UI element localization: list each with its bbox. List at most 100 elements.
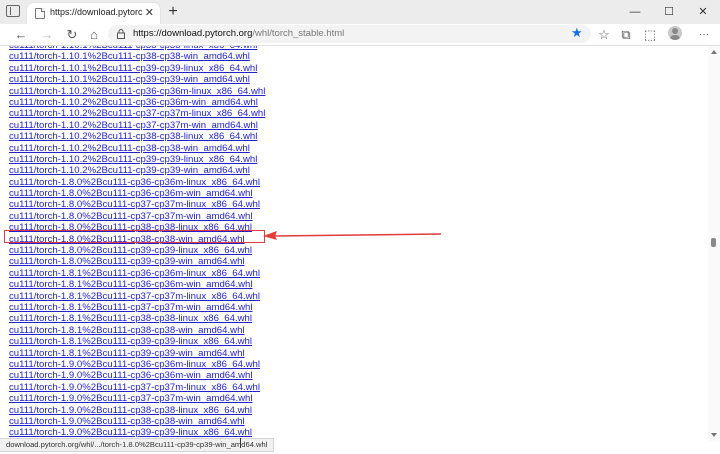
list-item: cu111/torch-1.10.2%2Bcu111-cp38-cp38-win… (9, 143, 265, 154)
list-item: cu111/torch-1.8.1%2Bcu111-cp38-cp38-win_… (9, 325, 265, 336)
highlight-box (4, 230, 265, 243)
list-item: cu111/torch-1.9.0%2Bcu111-cp38-cp38-linu… (9, 405, 265, 416)
list-item: cu111/torch-1.10.2%2Bcu111-cp37-cp37m-li… (9, 108, 265, 119)
file-link[interactable]: cu111/torch-1.8.0%2Bcu111-cp36-cp36m-lin… (9, 177, 260, 188)
file-link[interactable]: cu111/torch-1.8.1%2Bcu111-cp38-cp38-win_… (9, 325, 245, 336)
back-icon[interactable]: ← (11, 26, 31, 43)
list-item: cu111/torch-1.9.0%2Bcu111-cp38-cp38-win_… (9, 416, 265, 427)
file-link[interactable]: cu111/torch-1.8.0%2Bcu111-cp36-cp36m-win… (9, 188, 253, 199)
home-icon[interactable]: ⌂ (84, 26, 104, 43)
list-item: cu111/torch-1.8.1%2Bcu111-cp36-cp36m-lin… (9, 268, 265, 279)
minimize-button[interactable]: — (618, 0, 652, 24)
page-content: cu111/torch-1.10.1%2Bcu111-cp38-cp38-lin… (0, 46, 708, 441)
scroll-up-icon[interactable] (711, 50, 717, 54)
url-host: https://download.pytorch.org (133, 28, 253, 39)
file-link[interactable]: cu111/torch-1.8.1%2Bcu111-cp39-cp39-win_… (9, 348, 245, 359)
tab-close-icon[interactable]: ✕ (145, 6, 154, 20)
file-link[interactable]: cu111/torch-1.10.2%2Bcu111-cp36-cp36m-wi… (9, 97, 258, 108)
tab-strip: https://download.pytorch.org/whl/ ✕ + — … (0, 0, 720, 24)
file-link[interactable]: cu111/torch-1.9.0%2Bcu111-cp38-cp38-linu… (9, 405, 252, 416)
lock-icon (117, 29, 125, 39)
address-url: https://download.pytorch.org/whl/torch_s… (133, 28, 344, 39)
file-link[interactable]: cu111/torch-1.10.1%2Bcu111-cp39-cp39-win… (9, 74, 250, 85)
file-link[interactable]: cu111/torch-1.8.1%2Bcu111-cp36-cp36m-lin… (9, 268, 260, 279)
list-item: cu111/torch-1.8.1%2Bcu111-cp37-cp37m-win… (9, 302, 265, 313)
list-item: cu111/torch-1.10.1%2Bcu111-cp38-cp38-win… (9, 51, 265, 62)
address-bar[interactable]: https://download.pytorch.org/whl/torch_s… (108, 25, 591, 43)
favorite-star-icon[interactable]: ★ (571, 25, 583, 41)
url-path: /whl/torch_stable.html (252, 28, 345, 39)
file-link[interactable]: cu111/torch-1.10.2%2Bcu111-cp37-cp37m-li… (9, 108, 265, 119)
file-link[interactable]: cu111/torch-1.9.0%2Bcu111-cp37-cp37m-lin… (9, 382, 260, 393)
file-link[interactable]: cu111/torch-1.8.1%2Bcu111-cp39-cp39-linu… (9, 336, 252, 347)
file-link[interactable]: cu111/torch-1.8.1%2Bcu111-cp37-cp37m-win… (9, 302, 253, 313)
list-item: cu111/torch-1.10.2%2Bcu111-cp36-cp36m-wi… (9, 97, 265, 108)
list-item: cu111/torch-1.8.0%2Bcu111-cp39-cp39-linu… (9, 245, 265, 256)
page-icon (35, 8, 45, 19)
file-link[interactable]: cu111/torch-1.10.2%2Bcu111-cp39-cp39-win… (9, 165, 250, 176)
file-link[interactable]: cu111/torch-1.10.1%2Bcu111-cp38-cp38-win… (9, 51, 250, 62)
list-item: cu111/torch-1.8.0%2Bcu111-cp37-cp37m-win… (9, 211, 265, 222)
file-link[interactable]: cu111/torch-1.8.0%2Bcu111-cp39-cp39-linu… (9, 245, 252, 256)
file-link[interactable]: cu111/torch-1.10.2%2Bcu111-cp36-cp36m-li… (9, 86, 265, 97)
file-link[interactable]: cu111/torch-1.8.1%2Bcu111-cp38-cp38-linu… (9, 313, 252, 324)
list-item: cu111/torch-1.8.1%2Bcu111-cp39-cp39-linu… (9, 336, 265, 347)
list-item: cu111/torch-1.10.1%2Bcu111-cp39-cp39-lin… (9, 63, 265, 74)
file-link[interactable]: cu111/torch-1.8.1%2Bcu111-cp37-cp37m-lin… (9, 291, 260, 302)
status-bar: download.pytorch.org/whl/.../torch-1.8.0… (0, 438, 275, 452)
file-link[interactable]: cu111/torch-1.9.0%2Bcu111-cp37-cp37m-win… (9, 393, 253, 404)
list-item: cu111/torch-1.9.0%2Bcu111-cp37-cp37m-lin… (9, 382, 265, 393)
extensions-icon[interactable]: ⬚ (640, 26, 660, 43)
list-item: cu111/torch-1.10.2%2Bcu111-cp39-cp39-lin… (9, 154, 265, 165)
file-link[interactable]: cu111/torch-1.9.0%2Bcu111-cp36-cp36m-win… (9, 370, 253, 381)
pointer-arrow-icon (263, 231, 442, 240)
file-link[interactable]: cu111/torch-1.9.0%2Bcu111-cp39-cp39-linu… (9, 427, 252, 438)
list-item: cu111/torch-1.10.2%2Bcu111-cp36-cp36m-li… (9, 86, 265, 97)
list-item: cu111/torch-1.8.1%2Bcu111-cp38-cp38-linu… (9, 313, 265, 324)
text-cursor (240, 438, 241, 448)
list-item: cu111/torch-1.10.2%2Bcu111-cp37-cp37m-wi… (9, 120, 265, 131)
forward-icon[interactable]: → (37, 26, 57, 43)
list-item: cu111/torch-1.8.0%2Bcu111-cp36-cp36m-lin… (9, 177, 265, 188)
list-item: cu111/torch-1.9.0%2Bcu111-cp36-cp36m-win… (9, 370, 265, 381)
maximize-button[interactable]: ☐ (652, 0, 686, 24)
list-item: cu111/torch-1.8.0%2Bcu111-cp37-cp37m-lin… (9, 199, 265, 210)
new-tab-button[interactable]: + (163, 2, 183, 22)
list-item: cu111/torch-1.8.1%2Bcu111-cp36-cp36m-win… (9, 279, 265, 290)
scroll-down-icon[interactable] (711, 433, 717, 437)
profile-avatar[interactable] (668, 26, 682, 40)
file-link[interactable]: cu111/torch-1.10.1%2Bcu111-cp38-cp38-lin… (9, 46, 257, 51)
tab-title: https://download.pytorch.org/whl/ (50, 7, 142, 17)
reload-icon[interactable]: ↻ (62, 26, 82, 43)
file-link[interactable]: cu111/torch-1.8.0%2Bcu111-cp37-cp37m-lin… (9, 199, 260, 210)
list-item: cu111/torch-1.9.0%2Bcu111-cp36-cp36m-lin… (9, 359, 265, 370)
file-link[interactable]: cu111/torch-1.9.0%2Bcu111-cp36-cp36m-lin… (9, 359, 260, 370)
vertical-scrollbar[interactable] (708, 46, 720, 441)
file-link[interactable]: cu111/torch-1.9.0%2Bcu111-cp38-cp38-win_… (9, 416, 245, 427)
favorites-icon[interactable]: ☆ (594, 26, 614, 43)
list-item: cu111/torch-1.9.0%2Bcu111-cp39-cp39-linu… (9, 427, 265, 438)
menu-icon[interactable]: ··· (694, 26, 714, 43)
scrollbar-thumb[interactable] (711, 238, 716, 247)
file-link[interactable]: cu111/torch-1.10.2%2Bcu111-cp39-cp39-lin… (9, 154, 257, 165)
list-item: cu111/torch-1.8.1%2Bcu111-cp39-cp39-win_… (9, 348, 265, 359)
file-link[interactable]: cu111/torch-1.8.0%2Bcu111-cp39-cp39-win_… (9, 256, 245, 267)
file-link[interactable]: cu111/torch-1.10.1%2Bcu111-cp39-cp39-lin… (9, 63, 257, 74)
list-item: cu111/torch-1.10.2%2Bcu111-cp39-cp39-win… (9, 165, 265, 176)
file-link[interactable]: cu111/torch-1.8.0%2Bcu111-cp37-cp37m-win… (9, 211, 253, 222)
list-item: cu111/torch-1.8.0%2Bcu111-cp36-cp36m-win… (9, 188, 265, 199)
list-item: cu111/torch-1.8.0%2Bcu111-cp39-cp39-win_… (9, 256, 265, 267)
file-link[interactable]: cu111/torch-1.8.1%2Bcu111-cp36-cp36m-win… (9, 279, 253, 290)
file-link[interactable]: cu111/torch-1.10.2%2Bcu111-cp37-cp37m-wi… (9, 120, 258, 131)
close-window-button[interactable]: ✕ (686, 0, 720, 24)
list-item: cu111/torch-1.9.0%2Bcu111-cp37-cp37m-win… (9, 393, 265, 404)
list-item: cu111/torch-1.10.1%2Bcu111-cp39-cp39-win… (9, 74, 265, 85)
collections-icon[interactable]: ⧉ (616, 26, 636, 43)
list-item: cu111/torch-1.10.2%2Bcu111-cp38-cp38-lin… (9, 131, 265, 142)
browser-tab[interactable]: https://download.pytorch.org/whl/ ✕ (27, 3, 160, 24)
list-item: cu111/torch-1.8.1%2Bcu111-cp37-cp37m-lin… (9, 291, 265, 302)
file-link[interactable]: cu111/torch-1.10.2%2Bcu111-cp38-cp38-lin… (9, 131, 257, 142)
navigation-toolbar: ← → ↻ ⌂ https://download.pytorch.org/whl… (0, 24, 720, 46)
file-link[interactable]: cu111/torch-1.10.2%2Bcu111-cp38-cp38-win… (9, 143, 250, 154)
tab-actions-icon[interactable] (6, 5, 20, 17)
